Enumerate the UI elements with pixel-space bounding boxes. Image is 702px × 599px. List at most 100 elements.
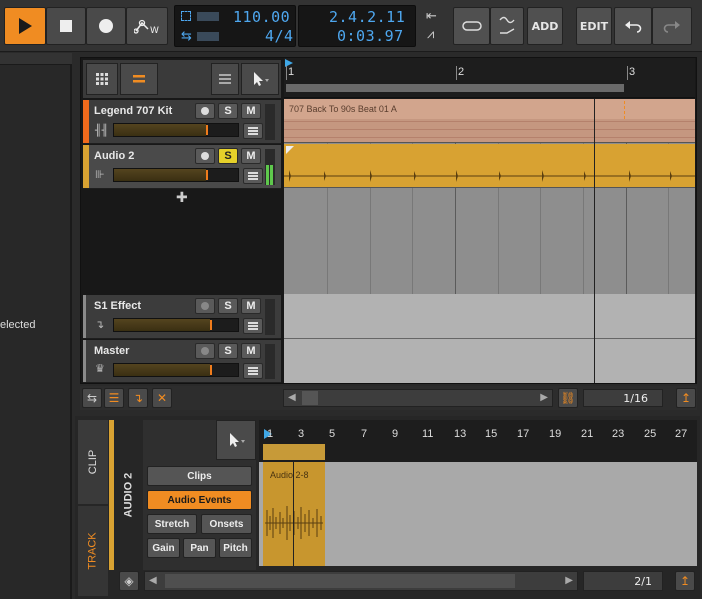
onsets-button[interactable]: Onsets — [201, 514, 252, 534]
arranger-ruler[interactable]: 1 2 3 — [284, 58, 695, 98]
scroll-right-icon[interactable]: ▶ — [540, 392, 548, 403]
solo-button[interactable]: S — [218, 343, 238, 359]
transport-bar: W ⇆ 110.00 4/4 2.4.2.11 0:03.97 ⇤ ⩘ ADD … — [0, 0, 702, 52]
stop-button[interactable] — [46, 7, 86, 45]
tab-clip-label: CLIP — [87, 449, 99, 475]
track-header[interactable]: S1 Effect S M ↴ — [83, 295, 281, 339]
loop-region-bar[interactable] — [286, 84, 624, 92]
audio-events-button[interactable]: Audio Events — [147, 490, 252, 510]
editor-zoom[interactable]: 2/1 — [583, 571, 663, 591]
clip-launcher-view-button[interactable] — [86, 63, 118, 95]
editor-horizontal-scrollbar[interactable]: ◀ ▶ — [144, 571, 578, 591]
effect-master-lanes[interactable] — [284, 294, 695, 383]
show-layers-button[interactable]: ☰ — [104, 388, 124, 408]
solo-button[interactable]: S — [218, 103, 238, 119]
record-arm-button[interactable] — [195, 148, 215, 164]
clip[interactable]: 707 Back To 90s Beat 01 A — [284, 99, 695, 143]
tab-track[interactable]: TRACK — [78, 506, 108, 596]
arranger-view-button[interactable] — [120, 63, 158, 95]
mute-button[interactable]: M — [241, 103, 261, 119]
mute-button[interactable]: M — [241, 148, 261, 164]
position-bars[interactable]: 2.4.2.11 — [329, 8, 405, 26]
track-name[interactable]: Legend 707 Kit — [94, 105, 172, 117]
grid-resolution[interactable]: 1/16 — [583, 389, 663, 407]
editor-ruler[interactable]: 1 3 5 7 9 11 13 15 17 19 21 23 25 27 — [259, 420, 697, 462]
tab-track-label: TRACK — [87, 532, 99, 570]
solo-button[interactable]: S — [218, 148, 238, 164]
pitch-button[interactable]: Pitch — [219, 538, 252, 558]
pan-button[interactable]: Pan — [183, 538, 216, 558]
track-name[interactable]: S1 Effect — [94, 300, 141, 312]
time-signature[interactable]: 4/4 — [265, 27, 294, 45]
scroll-left-icon[interactable]: ◀ — [288, 392, 296, 403]
tap-icon[interactable]: ⇤ — [426, 9, 437, 24]
clip-region-bar[interactable] — [263, 444, 325, 460]
pointer-tool-button[interactable] — [241, 63, 279, 95]
snap-button[interactable]: ↥ — [675, 571, 695, 591]
link-button[interactable]: ⛓ — [558, 388, 578, 408]
arranger-lanes[interactable]: 707 Back To 90s Beat 01 A — [284, 99, 695, 383]
track-name[interactable]: Master — [94, 345, 129, 357]
audio-event[interactable]: Audio 2-8 — [263, 462, 325, 566]
scroll-right-icon[interactable]: ▶ — [565, 575, 573, 586]
editor-lane[interactable]: Audio 2-8 — [259, 462, 697, 566]
track-view-options-button[interactable] — [211, 63, 239, 95]
metronome-group: ⇤ ⩘ — [420, 7, 450, 45]
metronome-icon[interactable]: ⩘ — [427, 27, 434, 42]
track-menu-button[interactable] — [243, 123, 263, 139]
audio-clip[interactable] — [284, 144, 695, 188]
ruler-bar-label: 25 — [644, 428, 657, 440]
gain-button[interactable]: Gain — [147, 538, 180, 558]
add-button[interactable]: ADD — [527, 7, 563, 45]
mute-button[interactable]: M — [241, 298, 261, 314]
automation-mode-button[interactable] — [490, 7, 524, 45]
pointer-tool-button[interactable] — [216, 420, 256, 460]
volume-fader[interactable] — [113, 318, 239, 332]
track-name[interactable]: Audio 2 — [94, 150, 134, 162]
record-button[interactable] — [86, 7, 126, 45]
horizontal-scrollbar[interactable]: ◀ ▶ — [283, 389, 553, 407]
tempo-value[interactable]: 110.00 — [233, 8, 290, 26]
mute-button[interactable]: M — [241, 343, 261, 359]
lane-divider — [284, 338, 695, 339]
track-menu-button[interactable] — [243, 363, 263, 379]
volume-fader[interactable] — [113, 168, 239, 182]
record-arm-button[interactable] — [195, 343, 215, 359]
scroll-thumb[interactable] — [165, 574, 515, 588]
scroll-thumb[interactable] — [302, 391, 318, 405]
swap-view-button[interactable]: ⇆ — [82, 388, 102, 408]
tempo-nudge-icon[interactable]: ⇆ — [181, 29, 192, 44]
clear-button[interactable]: ✕ — [152, 388, 172, 408]
layer-stack-button[interactable]: ◈ — [119, 571, 139, 591]
stretch-button[interactable]: Stretch — [147, 514, 197, 534]
track-header[interactable]: Master S M ♛ — [83, 340, 281, 383]
track-header[interactable]: Legend 707 Kit S M ╢╢ — [83, 100, 281, 144]
record-arm-icon — [201, 302, 209, 310]
volume-fader[interactable] — [113, 123, 239, 137]
loop-region-icon[interactable] — [181, 11, 191, 21]
empty-track-area[interactable]: ✚ — [83, 190, 281, 294]
undo-button[interactable] — [614, 7, 652, 45]
follow-playhead-button[interactable]: ↴ — [128, 388, 148, 408]
play-button[interactable] — [4, 7, 46, 45]
track-menu-button[interactable] — [243, 318, 263, 334]
tab-clip[interactable]: CLIP — [78, 420, 108, 504]
solo-button[interactable]: S — [218, 298, 238, 314]
loop-button[interactable] — [453, 7, 490, 45]
edit-button[interactable]: EDIT — [576, 7, 612, 45]
snap-button[interactable]: ↥ — [676, 388, 696, 408]
effect-return-icon: ↴ — [95, 318, 105, 331]
clips-button[interactable]: Clips — [147, 466, 252, 486]
volume-fader[interactable] — [113, 363, 239, 377]
ruler-bar-label: 5 — [329, 428, 336, 440]
scroll-left-icon[interactable]: ◀ — [149, 575, 157, 586]
track-menu-button[interactable] — [243, 168, 263, 184]
track-header[interactable]: Audio 2 S M ⊪ — [83, 145, 281, 189]
record-arm-button[interactable] — [195, 298, 215, 314]
automation-write-button[interactable]: W — [126, 7, 168, 45]
position-time[interactable]: 0:03.97 — [337, 27, 404, 45]
redo-button[interactable] — [652, 7, 692, 45]
record-arm-button[interactable] — [195, 103, 215, 119]
stack-icon: ◈ — [124, 574, 134, 588]
add-track-icon[interactable]: ✚ — [176, 190, 188, 206]
